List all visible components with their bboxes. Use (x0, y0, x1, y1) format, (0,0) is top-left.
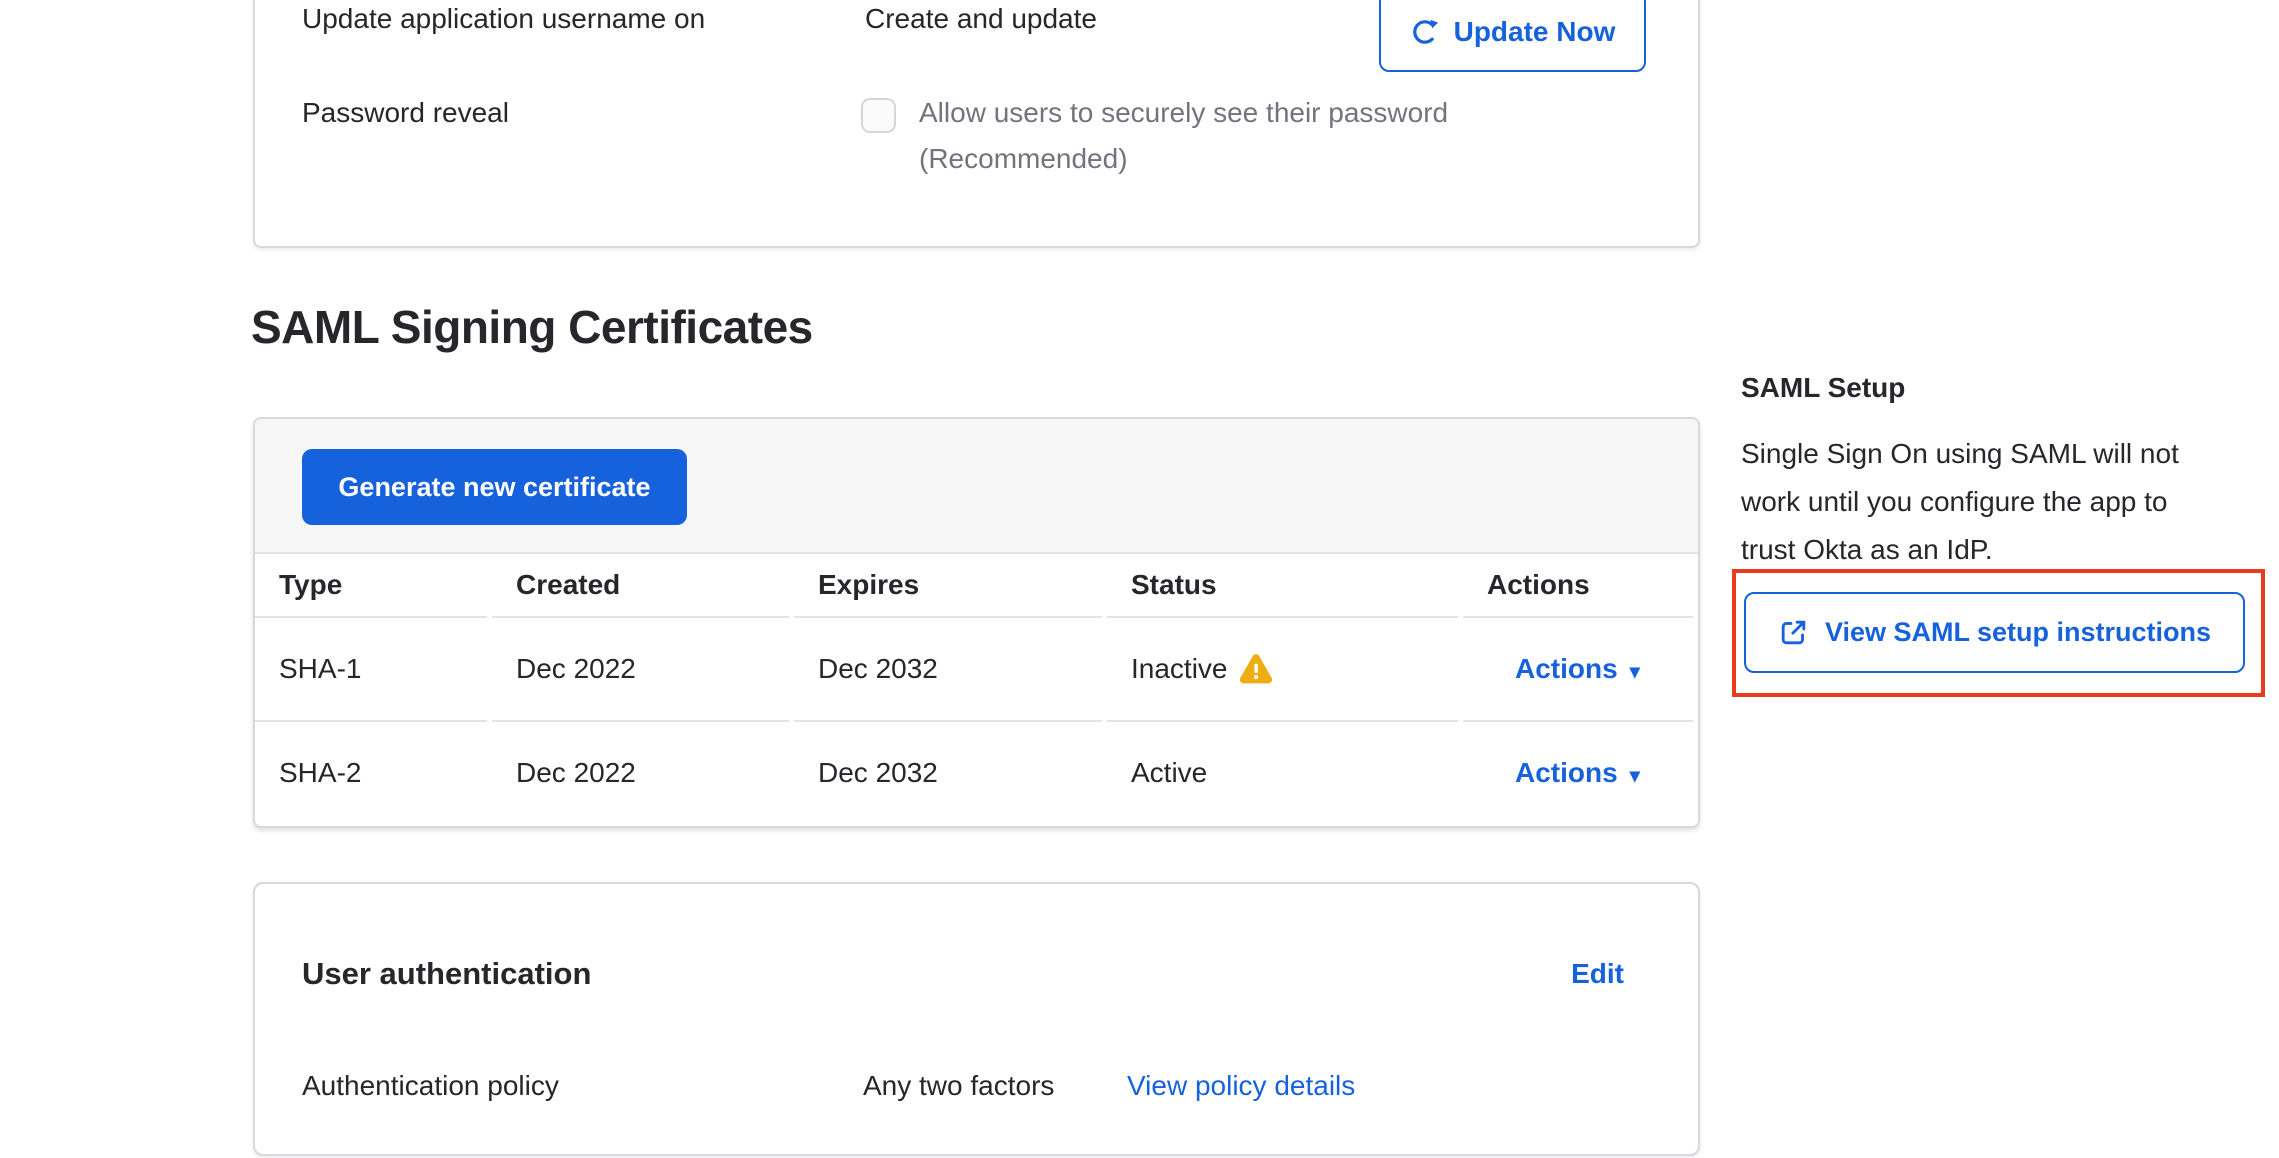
app-settings-card: Update application username on Create an… (253, 0, 1700, 248)
password-reveal-option-line1: Allow users to securely see their passwo… (919, 95, 1448, 131)
actions-label: Actions (1515, 653, 1618, 685)
column-header-type: Type (255, 554, 487, 616)
cert-expires: Dec 2032 (794, 720, 1102, 824)
caret-down-icon: ▾ (1630, 763, 1640, 788)
username-row-label: Update application username on (302, 1, 705, 37)
password-reveal-checkbox[interactable] (861, 98, 896, 133)
actions-label: Actions (1515, 757, 1618, 789)
saml-setup-description: Single Sign On using SAML will not work … (1741, 430, 2223, 574)
view-policy-details-link[interactable]: View policy details (1127, 1068, 1355, 1104)
column-header-expires: Expires (794, 554, 1102, 616)
certificates-table: Type Created Expires Status Actions SHA-… (255, 554, 1698, 824)
username-row-value: Create and update (865, 1, 1097, 37)
warning-icon (1240, 654, 1272, 684)
actions-dropdown[interactable]: Actions ▾ (1463, 616, 1693, 720)
status-text: Inactive (1131, 653, 1228, 685)
cert-status: Active (1107, 720, 1458, 824)
column-header-created: Created (492, 554, 789, 616)
cert-type: SHA-1 (255, 616, 487, 720)
view-saml-setup-label: View SAML setup instructions (1825, 617, 2211, 648)
edit-link[interactable]: Edit (1571, 956, 1624, 992)
actions-dropdown[interactable]: Actions ▾ (1463, 720, 1693, 824)
cert-type: SHA-2 (255, 720, 487, 824)
generate-new-certificate-button[interactable]: Generate new certificate (302, 449, 687, 525)
authentication-policy-value: Any two factors (863, 1068, 1054, 1104)
user-authentication-card: User authentication Edit Authentication … (253, 882, 1700, 1156)
refresh-icon (1410, 17, 1440, 47)
user-authentication-title: User authentication (302, 953, 591, 995)
external-link-icon (1778, 617, 1809, 648)
certificates-toolbar: Generate new certificate (255, 419, 1698, 554)
authentication-policy-label: Authentication policy (302, 1068, 559, 1104)
column-header-actions: Actions (1463, 554, 1693, 616)
table-row-sha2: SHA-2 Dec 2022 Dec 2032 Active Actions ▾ (255, 720, 1698, 824)
saml-setup-title: SAML Setup (1741, 370, 1905, 406)
table-header-row: Type Created Expires Status Actions (255, 554, 1698, 616)
update-now-button[interactable]: Update Now (1379, 0, 1646, 72)
update-now-label: Update Now (1454, 16, 1616, 48)
view-saml-setup-instructions-button[interactable]: View SAML setup instructions (1744, 592, 2245, 673)
cert-created: Dec 2022 (492, 720, 789, 824)
column-header-status: Status (1107, 554, 1458, 616)
saml-signing-certificates-heading: SAML Signing Certificates (251, 298, 813, 356)
cert-status: Inactive (1107, 616, 1458, 720)
cert-created: Dec 2022 (492, 616, 789, 720)
certificates-card: Generate new certificate Type Created Ex… (253, 417, 1700, 828)
password-reveal-label: Password reveal (302, 95, 509, 131)
password-reveal-option-line2: (Recommended) (919, 141, 1128, 177)
table-row-sha1: SHA-1 Dec 2022 Dec 2032 Inactive Actions… (255, 616, 1698, 720)
caret-down-icon: ▾ (1630, 659, 1640, 684)
cert-expires: Dec 2032 (794, 616, 1102, 720)
